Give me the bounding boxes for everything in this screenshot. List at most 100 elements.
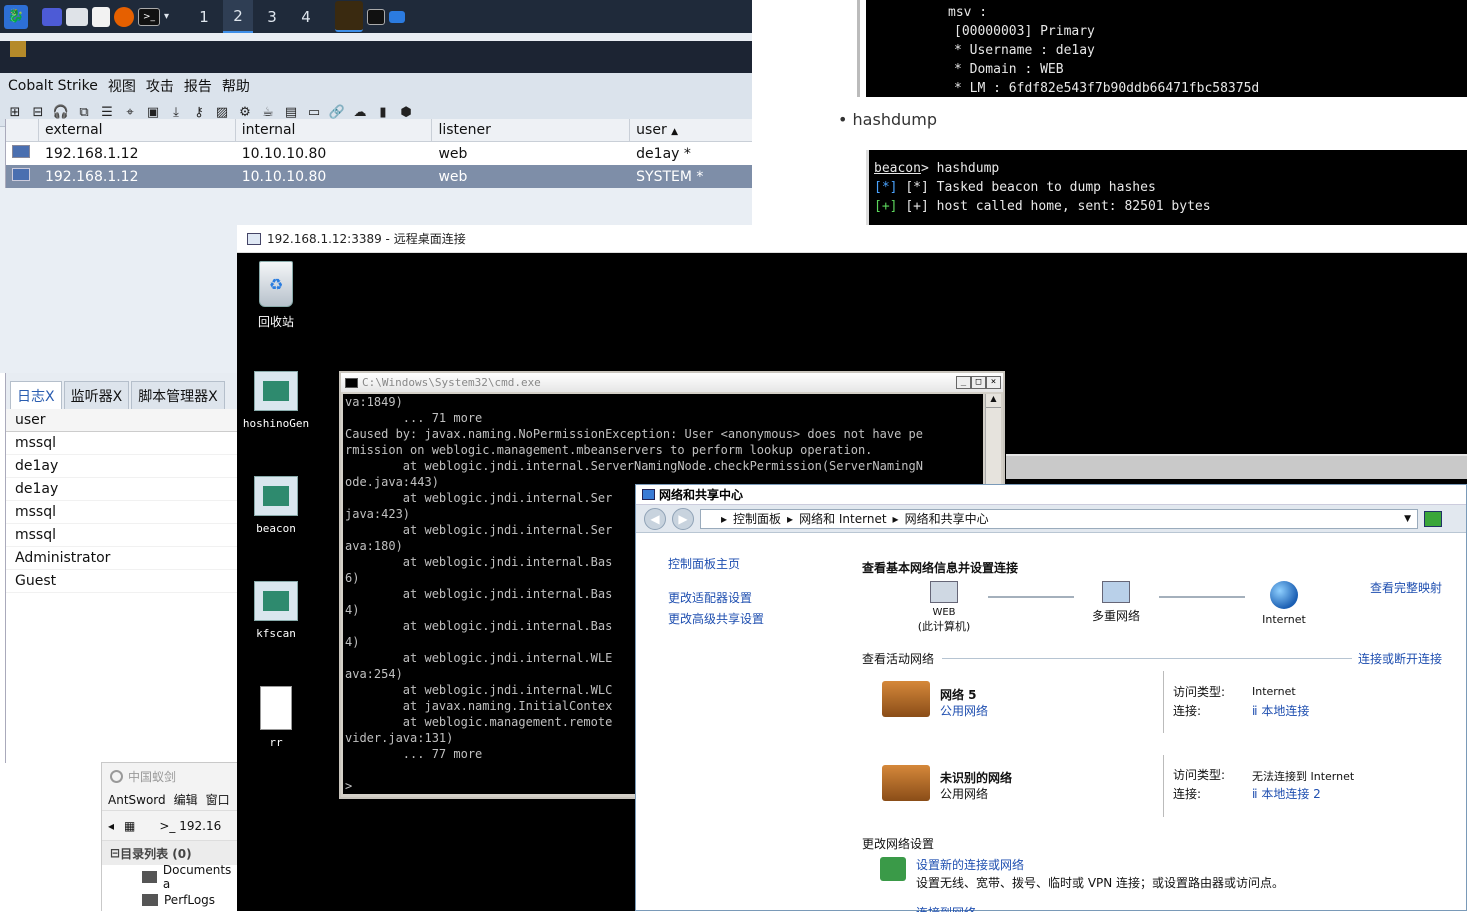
chevron-down-icon[interactable]: ▾ — [164, 11, 169, 22]
column-external[interactable]: external — [39, 119, 236, 141]
desktop-icon-kfscan[interactable]: kfscan — [241, 581, 311, 640]
desktop-icon-hoshinogen[interactable]: hoshinoGen — [241, 371, 311, 430]
show-desktop-icon[interactable] — [42, 7, 62, 26]
cobalt-strike-task-icon[interactable] — [335, 1, 364, 32]
network-type-link[interactable]: 公用网络 — [940, 702, 988, 719]
table-header: external internal listener user ▲ — [6, 119, 752, 142]
tab-listeners[interactable]: 监听器X — [63, 381, 130, 409]
beacon-prompt: beacon — [874, 161, 921, 176]
minimize-button[interactable]: _ — [956, 376, 971, 389]
menu-attack[interactable]: 攻击 — [146, 76, 174, 96]
menu-help[interactable]: 帮助 — [222, 76, 250, 96]
app-window-icon — [254, 476, 298, 516]
control-panel-home-link[interactable]: 控制面板主页 — [668, 555, 740, 572]
tab-shell[interactable]: >_ 192.16 — [159, 819, 221, 833]
menu-antsword[interactable]: AntSword — [108, 793, 166, 807]
antsword-tabbar: ◂ ▦ >_ 192.16 — [102, 811, 237, 841]
desktop-icon-rr[interactable]: rr — [241, 686, 311, 749]
list-item[interactable]: Administrator — [6, 547, 238, 570]
maximize-button[interactable]: □ — [971, 376, 986, 389]
menu-edit[interactable]: 编辑 — [174, 791, 198, 808]
list-item[interactable]: Documents a — [102, 863, 237, 891]
setup-description: 设置无线、宽带、拨号、临时或 VPN 连接；或设置路由器或访问点。 — [916, 876, 1285, 890]
firefox-icon[interactable] — [114, 6, 134, 27]
kali-menu-icon[interactable]: 🐉 — [4, 4, 28, 29]
address-box[interactable]: ▸ 控制面板 ▸ 网络和 Internet ▸ 网络和共享中心 ▼ — [700, 508, 1418, 529]
monitor-icon — [6, 168, 39, 185]
chevron-left-icon[interactable]: ◂ — [108, 819, 114, 833]
terminal-line: [00000003] Primary — [954, 24, 1095, 39]
tab-script-manager[interactable]: 脚本管理器X — [131, 381, 225, 409]
desktop-icon-beacon[interactable]: beacon — [241, 476, 311, 535]
workspace-1[interactable]: 1 — [189, 0, 219, 33]
network-center-icon — [642, 489, 655, 500]
cell-user: de1ay * — [636, 145, 691, 162]
list-item[interactable]: mssql — [6, 432, 238, 455]
list-item[interactable]: mssql — [6, 501, 238, 524]
folder-task-icon[interactable] — [389, 10, 406, 23]
breadcrumb-item[interactable]: 网络和共享中心 — [905, 510, 989, 527]
list-item[interactable]: de1ay — [6, 478, 238, 501]
menu-report[interactable]: 报告 — [184, 76, 212, 96]
close-button[interactable]: × — [986, 376, 1001, 389]
connection-link[interactable]: ⅱ 本地连接 — [1252, 702, 1309, 719]
desktop-icon-label: 回收站 — [257, 315, 294, 329]
connection-label: 连接: — [1173, 704, 1202, 718]
connect-disconnect-link[interactable]: 连接或断开连接 — [1358, 650, 1442, 667]
full-map-link[interactable]: 查看完整映射 — [1370, 579, 1442, 596]
column-listener[interactable]: listener — [432, 119, 631, 141]
bullet-text: hashdump — [852, 110, 937, 129]
file-manager-icon[interactable] — [66, 7, 88, 26]
tab-event-log[interactable]: 日志X — [10, 381, 62, 409]
advanced-sharing-link[interactable]: 更改高级共享设置 — [668, 610, 764, 627]
workspace-3[interactable]: 3 — [257, 0, 287, 33]
text-editor-icon[interactable] — [92, 6, 110, 27]
dir-list-header[interactable]: ⊟ 目录列表 (0) — [102, 841, 237, 865]
list-item[interactable]: de1ay — [6, 455, 238, 478]
terminal-line: msv : — [948, 5, 988, 20]
setup-connection-icon — [880, 857, 906, 881]
blog-terminal-hashdump: beacon> hashdump [*] [*] Tasked beacon t… — [866, 150, 1467, 225]
net-titlebar: 网络和共享中心 — [636, 485, 1466, 505]
menu-cobalt-strike[interactable]: Cobalt Strike — [8, 78, 98, 94]
scroll-up-icon[interactable]: ▲ — [986, 394, 1001, 408]
table-row[interactable]: 192.168.1.12 10.10.10.80 web de1ay * — [6, 142, 752, 165]
net-title: 网络和共享中心 — [659, 488, 744, 502]
desktop-icon-recycle-bin[interactable]: ♻ 回收站 — [241, 261, 311, 330]
connection-link[interactable]: ⅱ 本地连接 2 — [1252, 785, 1321, 802]
desktop-icon-label: beacon — [256, 522, 296, 535]
table-row[interactable]: 192.168.1.12 10.10.10.80 web SYSTEM * — [6, 165, 752, 188]
breadcrumb-item[interactable]: 网络和 Internet — [799, 510, 886, 527]
workspace-4[interactable]: 4 — [291, 0, 321, 33]
terminal-icon[interactable]: >_ — [138, 7, 160, 26]
cell-external: 192.168.1.12 — [44, 145, 139, 162]
text-file-icon — [260, 686, 292, 730]
app-window-icon — [254, 371, 298, 411]
back-button[interactable]: ◀ — [644, 507, 666, 530]
antsword-titlebar: 中国蚁剑 — [102, 763, 237, 789]
grid-icon[interactable]: ▦ — [124, 819, 135, 833]
list-item[interactable]: Guest — [6, 570, 238, 593]
desktop-icon-label: rr — [269, 736, 283, 749]
icon-column-header — [6, 119, 39, 141]
workspace-2[interactable]: 2 — [223, 0, 254, 33]
computer-icon — [930, 581, 958, 603]
setup-connection-link[interactable]: 设置新的连接或网络 — [916, 856, 1024, 873]
breadcrumb-item[interactable]: 控制面板 — [733, 510, 781, 527]
user-list-header[interactable]: user — [6, 409, 238, 432]
access-type-label: 访问类型: — [1173, 768, 1226, 782]
refresh-icon[interactable] — [1424, 510, 1442, 527]
list-item[interactable]: PerfLogs — [102, 888, 237, 911]
column-internal[interactable]: internal — [236, 119, 433, 141]
network-name: 未识别的网络 — [940, 771, 1013, 785]
terminal-task-icon[interactable] — [367, 8, 386, 25]
list-item[interactable]: mssql — [6, 524, 238, 547]
address-dropdown-icon[interactable]: ▼ — [1404, 514, 1411, 524]
menu-view[interactable]: 视图 — [108, 76, 136, 96]
column-user[interactable]: user ▲ — [630, 119, 752, 141]
change-adapter-settings-link[interactable]: 更改适配器设置 — [668, 589, 752, 606]
sort-arrow-icon: ▲ — [671, 127, 679, 137]
menu-window[interactable]: 窗口 — [206, 791, 230, 808]
forward-button[interactable]: ▶ — [672, 507, 694, 530]
terminal-line: [+] host called home, sent: 82501 bytes — [905, 199, 1211, 214]
